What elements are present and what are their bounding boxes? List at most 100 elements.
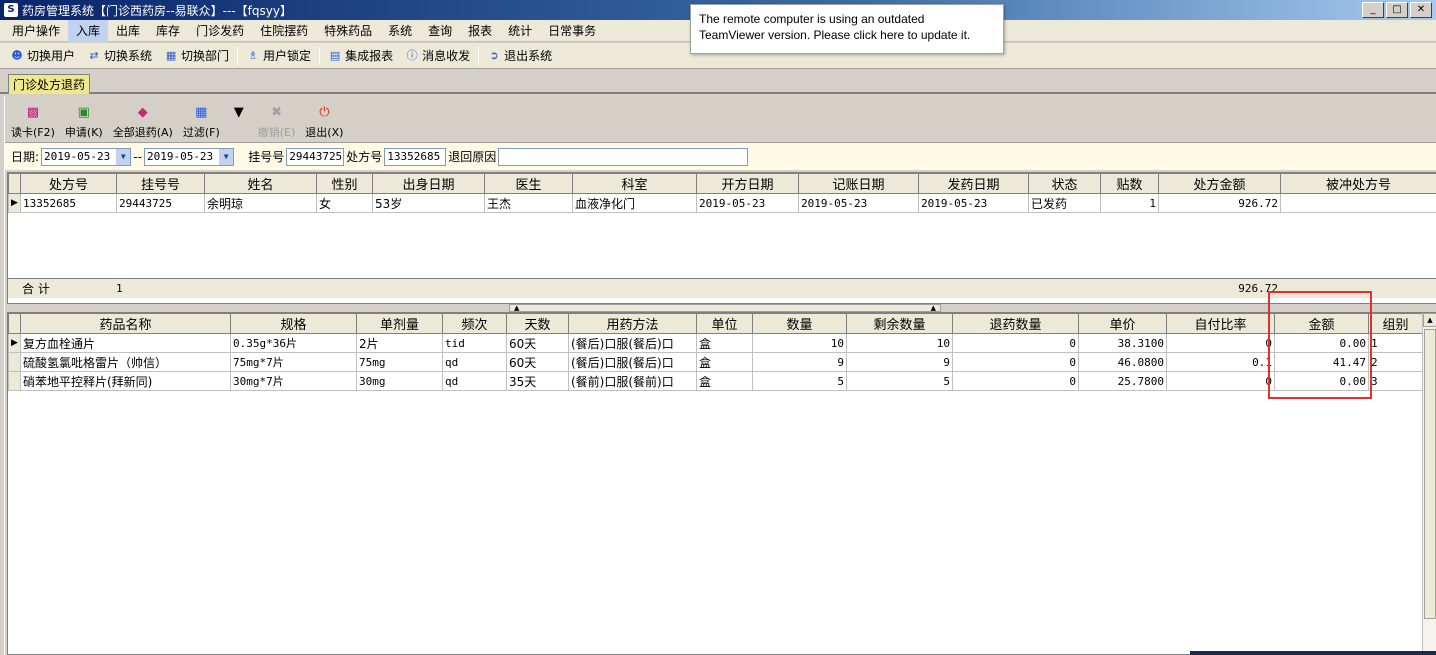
cell[interactable]: 0.35g*36片 [230,333,357,353]
cell[interactable]: 2019-05-23 [918,193,1029,213]
cell[interactable]: 35天 [506,371,569,391]
column-header[interactable]: 单价 [1078,313,1167,334]
cell[interactable]: 53岁 [372,193,485,213]
column-header[interactable]: 药品名称 [20,313,231,334]
column-header[interactable]: 处方金额 [1158,173,1281,194]
date-to-picker[interactable]: 2019-05-23 ▼ [143,147,235,166]
cell[interactable]: qd [442,352,507,372]
scroll-thumb[interactable] [1424,329,1436,619]
column-header[interactable]: 科室 [572,173,697,194]
return-all-button[interactable]: ◆ 全部退药(A) [113,104,173,140]
vertical-scrollbar[interactable]: ▲ [1422,313,1436,654]
cell[interactable]: 926.72 [1158,193,1281,213]
column-header[interactable]: 医生 [484,173,573,194]
column-header[interactable]: 处方号 [20,173,117,194]
cell[interactable]: 0 [1166,371,1275,391]
cell[interactable]: 1 [1368,333,1423,353]
cell[interactable]: 30mg*7片 [230,371,357,391]
cell[interactable]: 30mg [356,371,443,391]
presc-no-input[interactable]: 13352685 [384,147,447,166]
cell[interactable]: 9 [752,352,847,372]
table-row[interactable]: 硫酸氢氯吡格雷片（帅信） 75mg*7片 75mg qd 60天 (餐后)口服(… [8,352,1423,372]
cell[interactable]: 5 [752,371,847,391]
cell[interactable]: 0 [952,371,1079,391]
scroll-up-icon[interactable]: ▲ [1423,313,1436,327]
column-header[interactable]: 出身日期 [372,173,485,194]
cell[interactable]: 0 [952,352,1079,372]
column-header[interactable]: 记账日期 [798,173,919,194]
date-from-picker[interactable]: 2019-05-23 ▼ [41,147,132,166]
reg-no-input[interactable]: 29443725 [286,147,345,166]
apply-button[interactable]: ▣ 申请(K) [65,104,103,140]
column-header[interactable]: 频次 [442,313,507,334]
cell[interactable]: (餐后)口服(餐后)口 [568,333,697,353]
table-row[interactable]: ▶ 复方血栓通片 0.35g*36片 2片 tid 60天 (餐后)口服(餐后)… [8,333,1423,353]
cell[interactable]: 60天 [506,333,569,353]
cell[interactable]: 硝苯地平控释片(拜新同) [20,371,231,391]
cell[interactable]: 29443725 [116,193,205,213]
column-header[interactable]: 规格 [230,313,357,334]
menu-daily-affairs[interactable]: 日常事务 [540,20,604,42]
column-header[interactable]: 状态 [1028,173,1101,194]
column-header[interactable]: 单位 [696,313,753,334]
cell[interactable]: 38.3100 [1078,333,1167,353]
cell[interactable]: 盒 [696,352,753,372]
table-row[interactable]: ▶ 13352685 29443725 余明琼 女 53岁 王杰 血液净化门 2… [8,193,1436,213]
cell[interactable]: 王杰 [484,193,573,213]
minimize-button[interactable]: _ [1362,2,1384,18]
cell[interactable]: qd [442,371,507,391]
teamviewer-update-notice[interactable]: The remote computer is using an outdated… [690,4,1004,54]
menu-user-ops[interactable]: 用户操作 [4,20,68,42]
cell[interactable]: 硫酸氢氯吡格雷片（帅信） [20,352,231,372]
maximize-button[interactable]: □ [1386,2,1408,18]
dropdown-arrow-icon[interactable]: ▼ [219,148,234,165]
return-reason-input[interactable] [498,147,749,166]
menu-stock-out[interactable]: 出库 [108,20,148,42]
cell[interactable]: 25.7800 [1078,371,1167,391]
menu-special-drugs[interactable]: 特殊药品 [316,20,380,42]
cell[interactable]: 3 [1368,371,1423,391]
cell[interactable]: 75mg [356,352,443,372]
cell[interactable]: 余明琼 [204,193,317,213]
cell[interactable]: 9 [846,352,953,372]
lock-user-button[interactable]: ♗ 用户锁定 [240,45,317,67]
message-button[interactable]: ⓘ 消息收发 [399,45,476,67]
column-header[interactable]: 发药日期 [918,173,1029,194]
close-button[interactable]: ✕ [1410,2,1432,18]
column-header[interactable]: 挂号号 [116,173,205,194]
report-button[interactable]: ▤ 集成报表 [322,45,399,67]
cell[interactable]: 1 [1100,193,1159,213]
cell[interactable]: 5 [846,371,953,391]
cell[interactable]: tid [442,333,507,353]
menu-inventory[interactable]: 库存 [148,20,188,42]
cell[interactable]: 复方血栓通片 [20,333,231,353]
menu-statistics[interactable]: 统计 [500,20,540,42]
cell[interactable]: 女 [316,193,373,213]
cell[interactable] [1280,193,1436,213]
cell[interactable]: 10 [752,333,847,353]
switch-system-button[interactable]: ⇄ 切换系统 [81,45,158,67]
column-header[interactable]: 单剂量 [356,313,443,334]
cell[interactable]: 0 [1166,333,1275,353]
switch-dept-button[interactable]: ▦ 切换部门 [158,45,235,67]
menu-outpatient-dispense[interactable]: 门诊发药 [188,20,252,42]
menu-reports[interactable]: 报表 [460,20,500,42]
cell[interactable]: 2片 [356,333,443,353]
menu-query[interactable]: 查询 [420,20,460,42]
read-card-button[interactable]: ▩ 读卡(F2) [11,104,55,140]
cell[interactable]: 2019-05-23 [798,193,919,213]
panel-splitter[interactable]: ▲ ▲ [509,304,941,312]
column-header[interactable]: 天数 [506,313,569,334]
column-header[interactable]: 剩余数量 [846,313,953,334]
cell[interactable]: (餐后)口服(餐后)口 [568,352,697,372]
column-header[interactable]: 用药方法 [568,313,697,334]
column-header[interactable]: 贴数 [1100,173,1159,194]
column-header[interactable]: 性别 [316,173,373,194]
cell[interactable]: 0.1 [1166,352,1275,372]
cell[interactable]: 盒 [696,371,753,391]
cell[interactable]: 2 [1368,352,1423,372]
column-header[interactable]: 自付比率 [1166,313,1275,334]
cell[interactable]: 0 [952,333,1079,353]
tab-outpatient-return[interactable]: 门诊处方退药 [8,74,91,94]
cell[interactable]: 盒 [696,333,753,353]
